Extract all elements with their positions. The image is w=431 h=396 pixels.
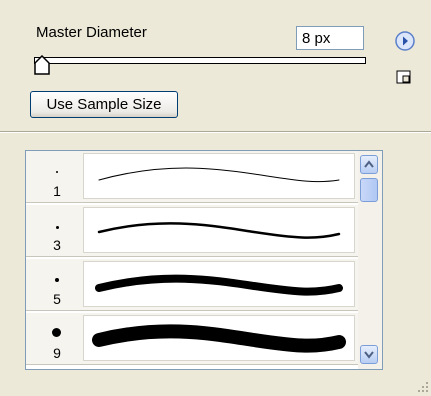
resize-grip-icon[interactable] (418, 380, 430, 394)
brush-size-label: 3 (53, 237, 61, 253)
brush-stroke-preview (83, 207, 355, 253)
brush-size-label: 9 (53, 345, 61, 361)
slider-thumb[interactable] (34, 55, 56, 75)
brush-preset-item[interactable]: 1 (26, 151, 358, 203)
brush-stroke-preview (83, 261, 355, 307)
brush-preset-item[interactable]: 9 (26, 313, 358, 365)
brush-tip-preview (55, 278, 59, 282)
brush-preset-list: 1 3 5 9 (25, 150, 383, 370)
brush-size-label: 1 (53, 183, 61, 199)
master-diameter-label: Master Diameter (36, 24, 147, 41)
divider-highlight (0, 132, 431, 133)
master-diameter-input[interactable] (296, 26, 364, 50)
chevron-up-icon (364, 160, 374, 168)
brush-stroke-preview (83, 153, 355, 199)
chevron-down-icon (364, 351, 374, 359)
brush-size-label: 5 (53, 291, 61, 307)
brush-tip-preview (52, 328, 61, 337)
scroll-thumb[interactable] (360, 178, 378, 202)
right-arrow-circle-icon[interactable] (393, 29, 417, 53)
brush-diameter-panel: Master Diameter Use Sample Size 1 3 (0, 0, 431, 396)
diameter-slider-track[interactable] (34, 57, 366, 64)
scroll-up-button[interactable] (360, 155, 378, 174)
brush-preset-item[interactable]: 5 (26, 259, 358, 311)
brush-tip-preview (56, 226, 59, 229)
use-sample-size-button[interactable]: Use Sample Size (30, 91, 178, 118)
brush-preset-item[interactable]: 3 (26, 205, 358, 257)
brush-stroke-preview (83, 315, 355, 361)
scroll-down-button[interactable] (360, 345, 378, 364)
brush-tip-preview (56, 171, 58, 173)
vertical-scrollbar[interactable] (358, 151, 382, 369)
new-preset-icon[interactable] (396, 70, 411, 84)
